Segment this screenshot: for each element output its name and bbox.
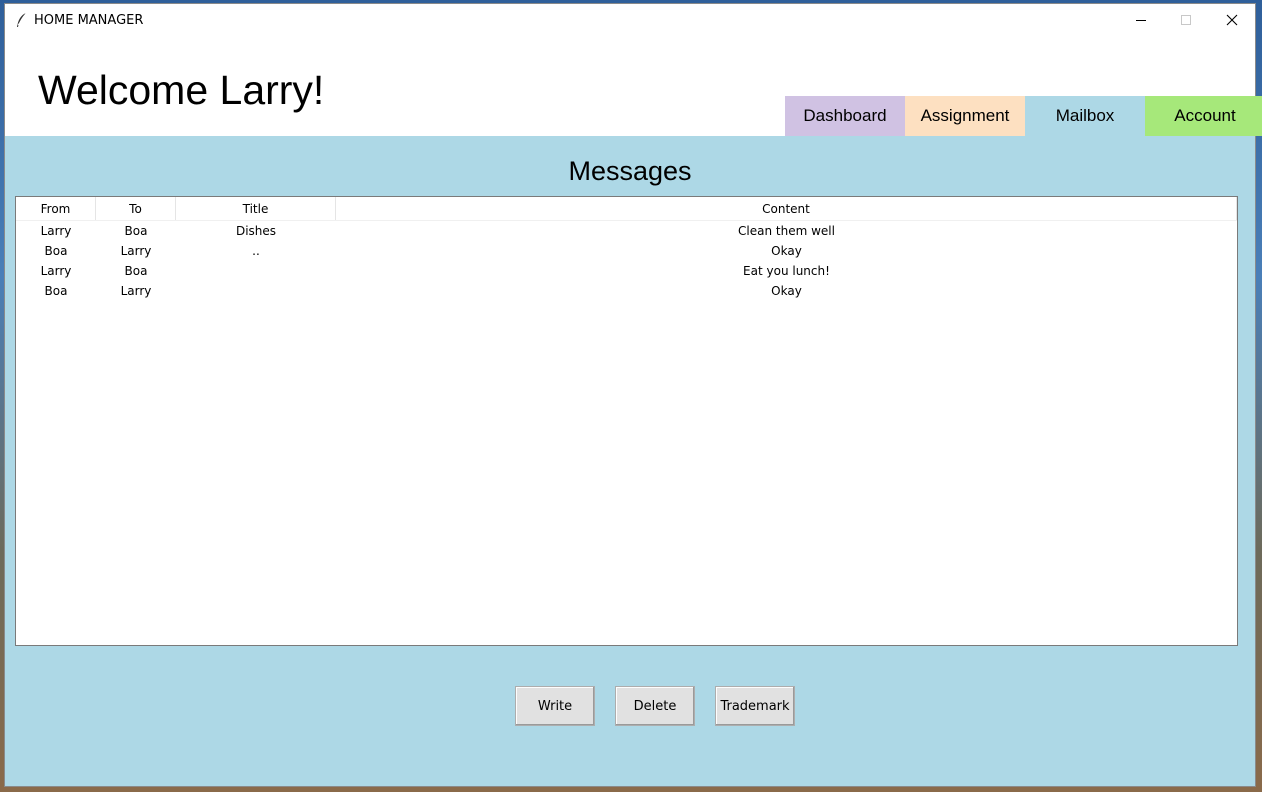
cell-content: Okay xyxy=(771,244,802,258)
close-button[interactable] xyxy=(1209,4,1255,35)
welcome-heading: Welcome Larry! xyxy=(38,67,325,113)
cell-title: Dishes xyxy=(235,224,277,238)
column-header-content[interactable]: Content xyxy=(336,197,1237,220)
column-header-to[interactable]: To xyxy=(96,197,176,220)
cell-to: Boa xyxy=(124,224,148,238)
header: Welcome Larry! Dashboard Assignment Mail… xyxy=(5,35,1262,136)
write-button[interactable]: Write xyxy=(515,686,595,726)
app-window: HOME MANAGER Welcome Larry! Dashboard As… xyxy=(5,4,1262,786)
cell-from: Larry xyxy=(40,224,72,238)
cell-content: Okay xyxy=(771,284,802,298)
table-body: Larry Boa Dishes Clean them well Boa Lar… xyxy=(16,221,1237,301)
cell-content: Eat you lunch! xyxy=(743,264,830,278)
cell-title: .. xyxy=(252,244,260,258)
cell-to: Boa xyxy=(124,264,148,278)
feather-icon xyxy=(17,12,27,27)
minimize-button[interactable] xyxy=(1118,4,1164,35)
trademark-button[interactable]: Trademark xyxy=(715,686,795,726)
table-row[interactable]: Boa Larry Okay xyxy=(16,281,1237,301)
minimize-icon xyxy=(1136,19,1146,21)
column-header-title[interactable]: Title xyxy=(176,197,336,220)
maximize-button[interactable] xyxy=(1163,4,1209,35)
tab-assignment[interactable]: Assignment xyxy=(905,96,1025,136)
table-row[interactable]: Larry Boa Dishes Clean them well xyxy=(16,221,1237,241)
close-icon xyxy=(1226,14,1238,25)
messages-table[interactable]: From To Title Content Larry Boa Dishes C… xyxy=(15,196,1238,646)
table-row[interactable]: Boa Larry .. Okay xyxy=(16,241,1237,261)
tab-account[interactable]: Account xyxy=(1145,96,1262,136)
cell-title xyxy=(176,281,336,301)
table-row[interactable]: Larry Boa Eat you lunch! xyxy=(16,261,1237,281)
cell-to: Larry xyxy=(120,244,152,258)
tab-dashboard[interactable]: Dashboard xyxy=(785,96,905,136)
cell-to: Larry xyxy=(120,284,152,298)
mailbox-panel: Messages From To Title Content Larry Boa… xyxy=(5,136,1255,786)
cell-content: Clean them well xyxy=(738,224,835,238)
cell-title xyxy=(176,261,336,281)
messages-heading: Messages xyxy=(568,156,692,186)
tab-mailbox[interactable]: Mailbox xyxy=(1025,96,1145,136)
maximize-icon xyxy=(1181,14,1191,25)
delete-button[interactable]: Delete xyxy=(615,686,695,726)
window-title: HOME MANAGER xyxy=(34,13,144,28)
cell-from: Boa xyxy=(44,284,68,298)
column-header-from[interactable]: From xyxy=(16,197,96,220)
table-header: From To Title Content xyxy=(16,197,1237,221)
cell-from: Larry xyxy=(40,264,72,278)
title-bar[interactable]: HOME MANAGER xyxy=(5,4,1255,35)
cell-from: Boa xyxy=(44,244,68,258)
